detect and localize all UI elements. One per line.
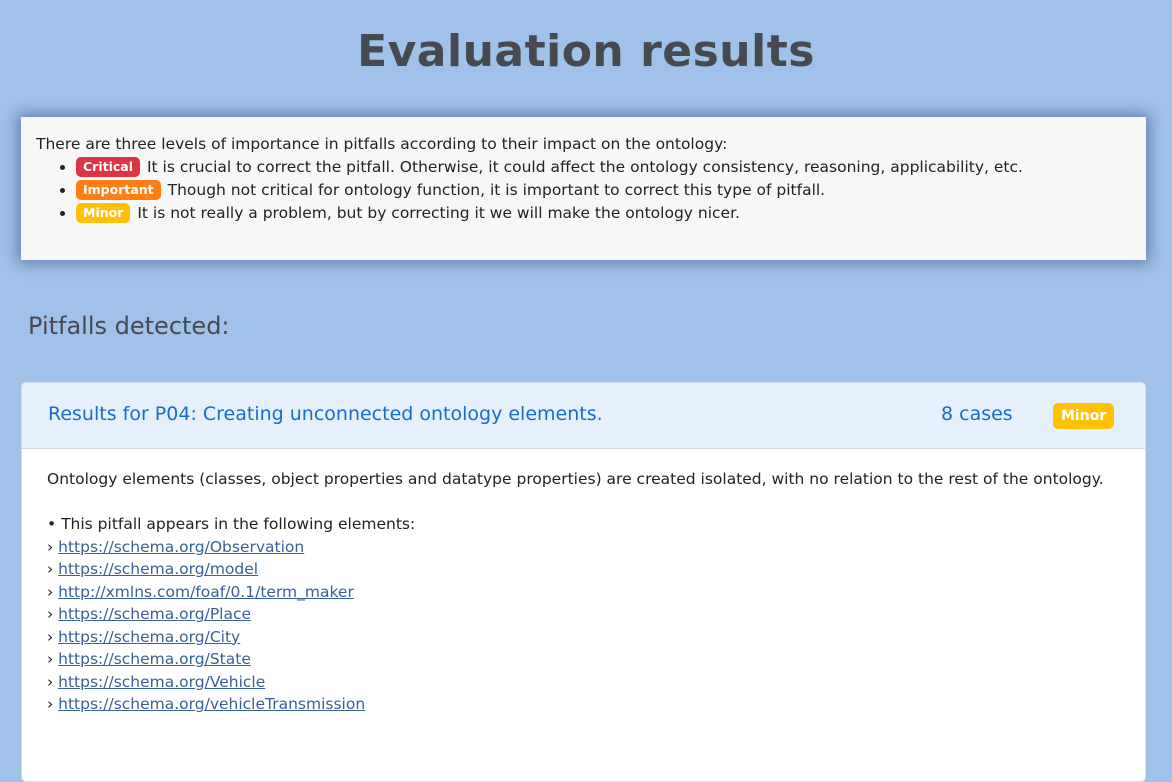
pitfalls-heading: Pitfalls detected:	[28, 312, 230, 340]
page-title: Evaluation results	[357, 26, 815, 77]
importance-level-minor: Minor It is not really a problem, but by…	[76, 202, 1131, 225]
pitfall-description: Ontology elements (classes, object prope…	[47, 470, 1104, 488]
element-link[interactable]: https://schema.org/State	[58, 650, 251, 668]
important-description: Though not critical for ontology functio…	[167, 181, 826, 199]
element-link[interactable]: http://xmlns.com/foaf/0.1/term_maker	[58, 583, 354, 601]
pitfall-case-count: 8 cases	[941, 403, 1013, 425]
list-item: › https://schema.org/Place	[47, 605, 252, 623]
importance-legend: There are three levels of importance in …	[21, 117, 1146, 260]
affected-elements-label: • This pitfall appears in the following …	[47, 515, 416, 533]
legend-intro: There are three levels of importance in …	[36, 135, 728, 153]
element-link[interactable]: https://schema.org/Vehicle	[58, 673, 265, 691]
pitfall-card-header[interactable]: Results for P04: Creating unconnected on…	[22, 383, 1145, 449]
list-item: › https://schema.org/model	[47, 560, 259, 578]
minor-badge: Minor	[76, 203, 131, 223]
list-item: › https://schema.org/Observation	[47, 537, 305, 556]
pitfall-card-body: Ontology elements (classes, object prope…	[22, 449, 1145, 716]
pitfall-title[interactable]: Results for P04: Creating unconnected on…	[48, 403, 603, 425]
element-link[interactable]: https://schema.org/Place	[58, 605, 251, 623]
element-link[interactable]: https://schema.org/vehicleTransmission	[58, 695, 365, 713]
critical-badge: Critical	[76, 157, 141, 177]
list-item: › http://xmlns.com/foaf/0.1/term_maker	[47, 582, 354, 601]
important-badge: Important	[76, 180, 161, 200]
element-link[interactable]: https://schema.org/Observation	[58, 538, 304, 556]
importance-level-critical: Critical It is crucial to correct the pi…	[76, 156, 1131, 179]
affected-elements-list: › https://schema.org/Observation › https…	[47, 536, 1120, 716]
element-link[interactable]: https://schema.org/City	[58, 628, 240, 646]
list-item: › https://schema.org/vehicleTransmission	[47, 695, 366, 713]
critical-description: It is crucial to correct the pitfall. Ot…	[146, 158, 1023, 176]
pitfall-importance-badge: Minor	[1053, 403, 1115, 429]
pitfall-result-card: Results for P04: Creating unconnected on…	[21, 382, 1146, 782]
list-item: › https://schema.org/City	[47, 627, 241, 646]
importance-level-important: Important Though not critical for ontolo…	[76, 179, 1131, 202]
element-link[interactable]: https://schema.org/model	[58, 560, 258, 578]
minor-description: It is not really a problem, but by corre…	[137, 204, 740, 222]
list-item: › https://schema.org/Vehicle	[47, 672, 266, 691]
importance-level-list: Critical It is crucial to correct the pi…	[36, 156, 1131, 225]
list-item: › https://schema.org/State	[47, 650, 251, 668]
